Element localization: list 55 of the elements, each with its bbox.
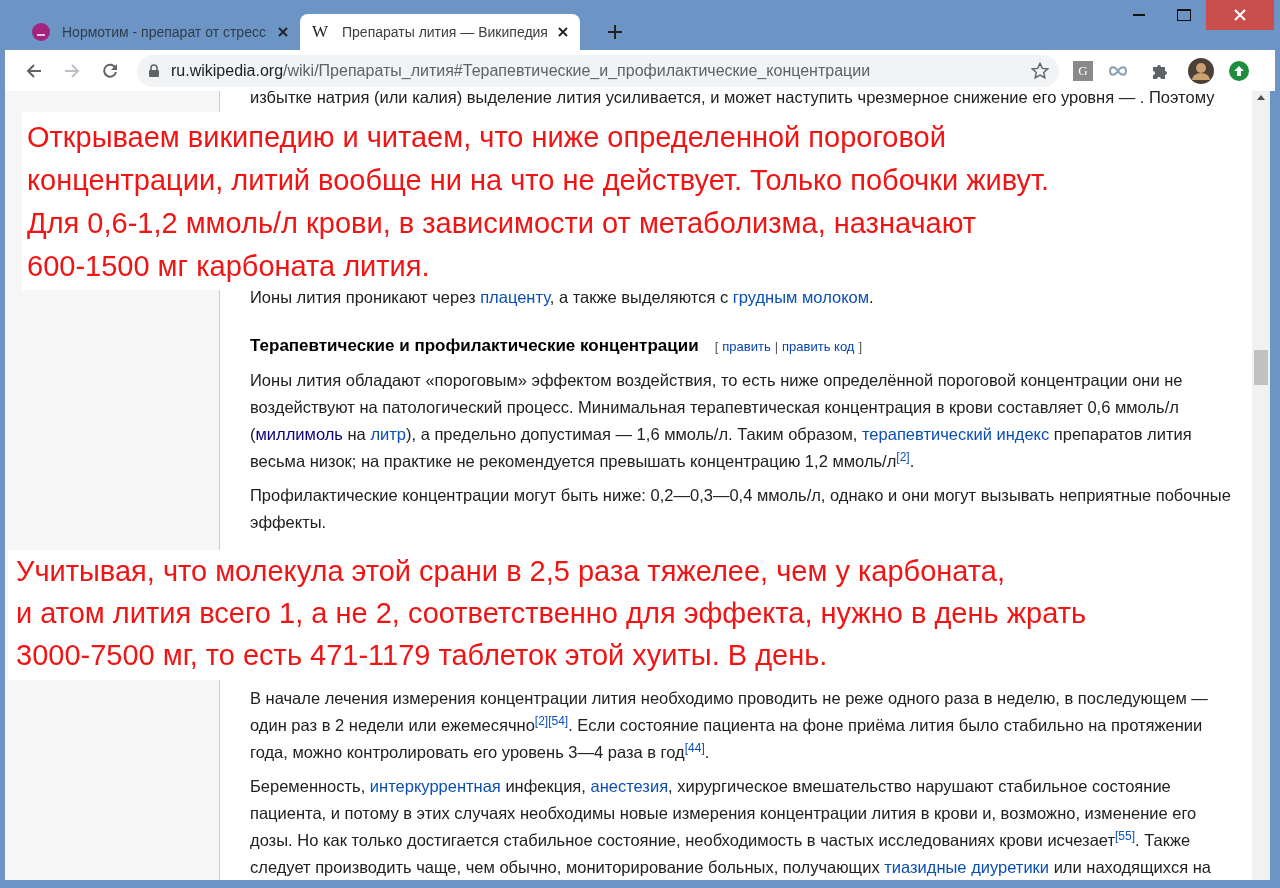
tab-title: Препараты лития — Википедия xyxy=(342,22,548,42)
paragraph: Беременность, интеркуррентная инфекция, анестезия, хирургическое вмешательство нарушают стабильное состояние пациента, и потому в этих случаях необходимы новые измерения концентрации лития в крови и, возможно, изменение его дозы. Но как только достигается стабильное состояние, необходимость в частых исследованиях крови исчезает$^{[55]}$. Также следует производить чаще, чем обычно, мониторирование больных, получающих тиазидные диуретики или находящихся на xyxy=(250,776,1212,878)
infinity-icon[interactable] xyxy=(1108,64,1128,77)
update-icon[interactable] xyxy=(1229,60,1249,81)
bracket: [ xyxy=(714,338,719,356)
reference-link[interactable]: [44] xyxy=(684,741,705,755)
star-icon[interactable] xyxy=(1031,61,1049,80)
section-heading: Терапевтические и профилактические концентрации xyxy=(250,335,699,357)
link[interactable]: интеркуррентная xyxy=(369,777,501,795)
reference-link[interactable]: [2] xyxy=(534,714,549,728)
tab-title: Нормотим - препарат от стресс xyxy=(62,22,266,42)
minimize-icon xyxy=(1132,14,1145,16)
close-icon xyxy=(1234,9,1246,21)
paragraph: Ионы лития обладают «пороговым» эффектом воздействия, то есть ниже определённой пороговой концентрации они не воздействуют на патологический процесс. Минимальная терапевтическая концентрация в крови составляет 0,6 ммоль/л (миллимоль на литр), а предельно допустимая — 1,6 ммоль/л. Таким образом, терапевтический индекс препаратов лития весьма низок; на практике не рекомендуется превышать концентрацию 1,2 ммоль/л$^{[2]}$. xyxy=(250,370,1193,472)
link[interactable]: тиазидные диуретики xyxy=(884,858,1050,876)
link[interactable]: терапевтический индекс xyxy=(862,425,1050,443)
annotation-text: и атом лития всего 1, а не 2, соответственно для эффекта, нужно в день жрать xyxy=(16,596,1088,631)
annotation-text: Открываем википедию и читаем, что ниже определенной пороговой xyxy=(27,120,947,155)
bracket: ] xyxy=(858,338,863,356)
annotation-text: Учитывая, что молекула этой срани в 2,5 раза тяжелее, чем у карбоната, xyxy=(16,554,1006,589)
edit-link[interactable]: править код xyxy=(782,333,855,360)
annotation-text: Для 0,6-1,2 ммоль/л крови, в зависимости от метаболизма, назначают xyxy=(27,206,978,241)
link[interactable]: анестезия xyxy=(590,777,669,795)
browser-tab[interactable]: Нормотим - препарат от стресс xyxy=(20,14,300,50)
favicon-letter: W xyxy=(312,21,330,44)
reload-icon[interactable] xyxy=(102,62,118,79)
paragraph: Профилактические концентрации могут быть ниже: 0,2—0,3—0,4 ммоль/л, однако и они могут вызывать неприятные побочные эффекты. xyxy=(250,485,1232,533)
browser-tab[interactable]: W Препараты лития — Википедия xyxy=(300,14,580,50)
url-text: ru.wikipedia.org/wiki/Препараты_лития#Терапевтические_и_профилактические_концентрации xyxy=(171,60,871,81)
annotation-text: 3000-7500 мг, то есть 471-1179 таблеток этой хуиты. В день. xyxy=(16,638,829,673)
close-tab-icon[interactable] xyxy=(558,27,568,37)
scrollbar-thumb[interactable] xyxy=(1254,350,1268,385)
reference-link[interactable]: [55] xyxy=(1115,829,1136,843)
reference-link[interactable]: [54] xyxy=(548,714,569,728)
maximize-icon xyxy=(1176,9,1191,21)
paragraph: В начале лечения измерения концентрации лития необходимо проводить не реже одного раза в неделю, в последующем — один раз в 2 недели или ежемесячно$^{[2]}$$^{[54]}$. Если состояние пациента на фоне приёма лития было стабильно на протяжении года, можно контролировать его уровень 3—4 раза в год$^{[44]}$. xyxy=(250,688,1209,763)
scroll-up-icon[interactable] xyxy=(1257,95,1265,100)
text-line: избытке натрия (или калия) выделение лития усиливается, и может наступить чрезмерное снижение его уровня — . Поэтому xyxy=(250,91,1216,105)
separator: | xyxy=(774,338,779,356)
back-icon[interactable] xyxy=(26,62,42,79)
address-bar[interactable]: ru.wikipedia.org/wiki/Препараты_лития#Терапевтические_и_профилактические_концентрации xyxy=(137,54,1059,87)
link[interactable]: литр xyxy=(370,425,406,443)
reference-link[interactable]: [2] xyxy=(896,450,910,464)
favicon-icon xyxy=(32,23,50,41)
link[interactable]: грудным молоком xyxy=(732,288,870,306)
annotation-text: 600-1500 мг карбоната лития. xyxy=(27,249,431,284)
link[interactable]: миллимоль xyxy=(255,425,343,443)
edit-link[interactable]: править xyxy=(722,333,771,360)
scrollbar[interactable] xyxy=(1252,91,1270,880)
new-tab-icon[interactable] xyxy=(608,25,622,39)
avatar-icon[interactable] xyxy=(1188,57,1214,84)
close-button[interactable] xyxy=(1206,0,1274,30)
link[interactable]: плаценту xyxy=(480,288,550,306)
annotation-text: концентрации, литий вообще ни на что не действует. Только побочки живут. xyxy=(27,163,1051,198)
lock-icon xyxy=(149,64,159,77)
